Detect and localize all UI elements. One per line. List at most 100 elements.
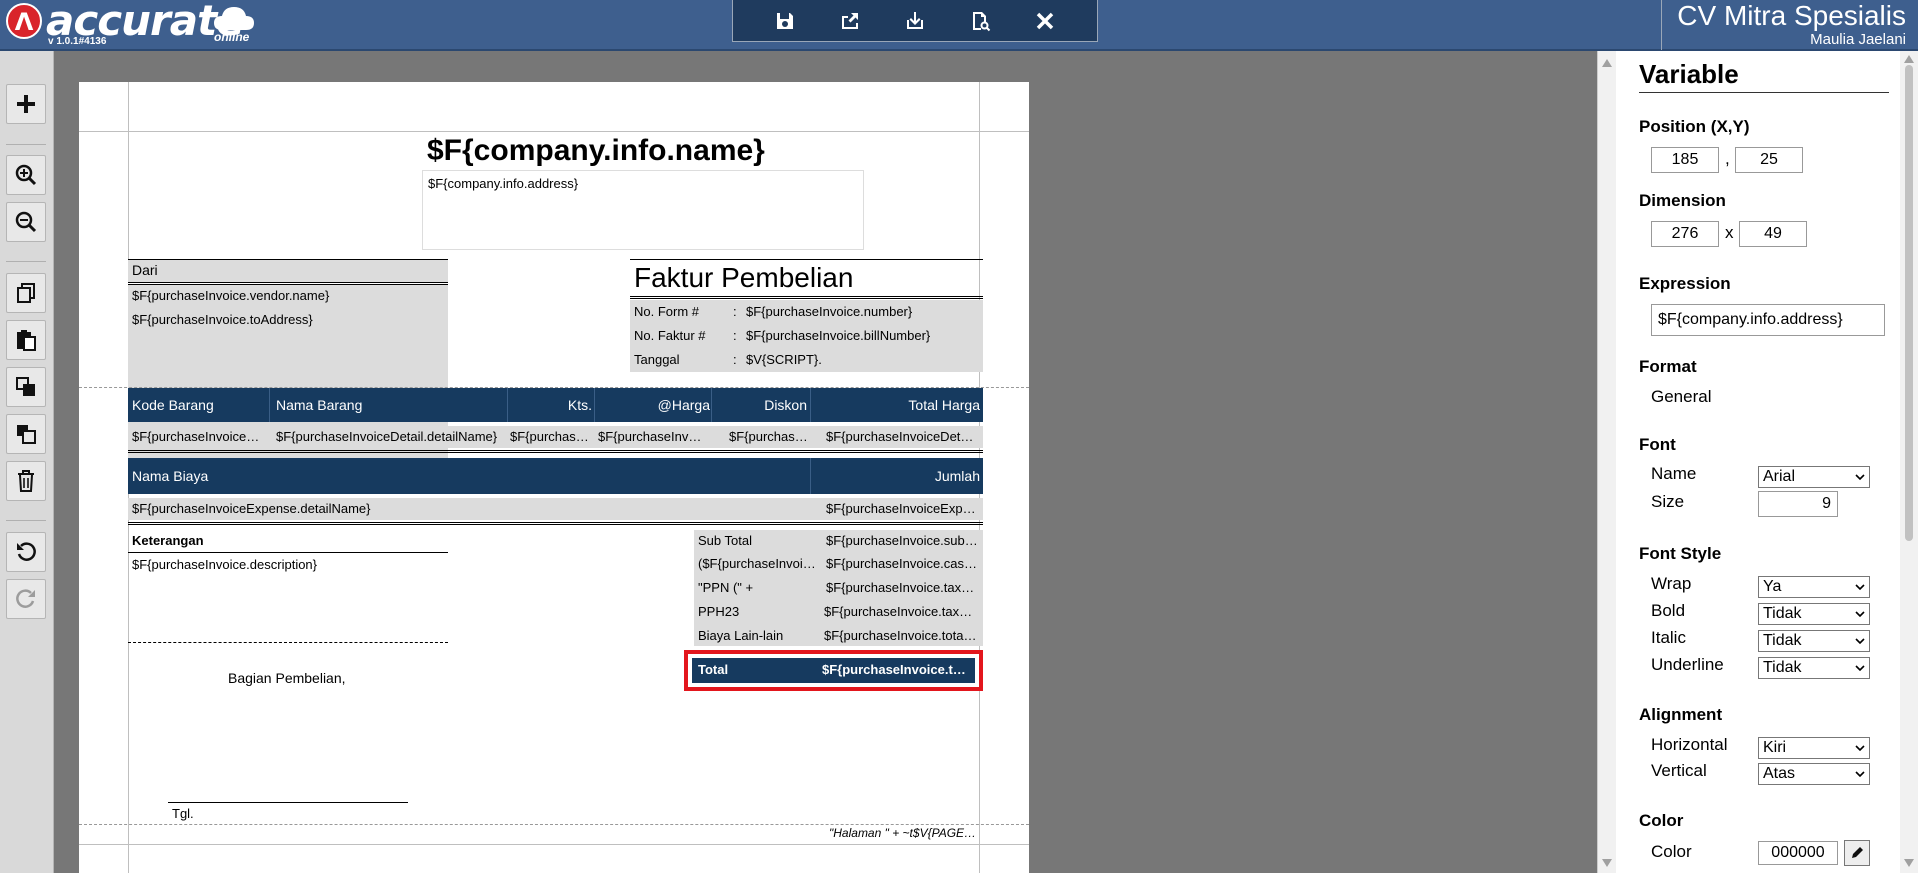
- preview-button[interactable]: [960, 4, 1000, 38]
- pencil-icon: [1852, 847, 1863, 858]
- info-label[interactable]: Tanggal: [634, 352, 680, 367]
- item-col-header[interactable]: Kts.: [510, 397, 592, 413]
- delete-button[interactable]: [6, 461, 46, 501]
- zoom-in-button[interactable]: [6, 155, 46, 195]
- add-element-button[interactable]: [6, 84, 46, 124]
- item-cell[interactable]: $F{purchaseInvoiceDetail.item.no}: [132, 429, 264, 444]
- panel-scrollbar-left[interactable]: [1598, 51, 1616, 873]
- item-col-header[interactable]: @Harga: [598, 397, 710, 413]
- undo-button[interactable]: [6, 532, 46, 572]
- redo-button[interactable]: [6, 579, 46, 619]
- chevron-down-icon: [1855, 745, 1865, 752]
- position-heading: Position (X,Y): [1639, 117, 1750, 136]
- company-address-field: $F{company.info.address}: [428, 176, 579, 191]
- description-field[interactable]: $F{purchaseInvoice.description}: [132, 557, 317, 572]
- summary-label[interactable]: Biaya Lain-lain: [698, 628, 818, 643]
- info-value[interactable]: $V{SCRIPT}.: [746, 352, 822, 367]
- zoom-in-icon: [15, 164, 37, 186]
- info-label[interactable]: No. Form #: [634, 304, 699, 319]
- logo-sub: online: [214, 30, 250, 44]
- horizontal-align-select[interactable]: Kiri: [1758, 737, 1870, 759]
- item-col-header[interactable]: Diskon: [714, 397, 807, 413]
- color-picker-button[interactable]: [1844, 840, 1870, 866]
- expense-cell[interactable]: $F{purchaseInvoiceExpense.detailName}: [132, 501, 732, 516]
- paste-button[interactable]: [6, 320, 46, 360]
- dimension-width-input[interactable]: [1651, 221, 1719, 247]
- summary-value[interactable]: $F{purchaseInvoice.subTotal}: [826, 533, 979, 548]
- format-value[interactable]: General: [1651, 387, 1711, 407]
- wrap-select[interactable]: Ya: [1758, 576, 1870, 598]
- summary-value[interactable]: $F{purchaseInvoice.cashDiscount}: [826, 556, 979, 571]
- font-size-input[interactable]: [1758, 491, 1838, 517]
- wrap-label: Wrap: [1651, 574, 1692, 593]
- company-info: CV Mitra Spesialis Maulia Jaelani: [1661, 0, 1906, 50]
- expression-input[interactable]: $F{company.info.address}: [1651, 304, 1885, 336]
- to-address-field[interactable]: $F{purchaseInvoice.toAddress}: [132, 312, 313, 327]
- item-col-header[interactable]: Total Harga: [812, 397, 980, 413]
- panel-scrollbar-right[interactable]: [1900, 51, 1918, 873]
- font-name-select[interactable]: Arial: [1758, 466, 1870, 488]
- info-value[interactable]: $F{purchaseInvoice.number}: [746, 304, 912, 319]
- summary-label[interactable]: Sub Total: [698, 533, 818, 548]
- cloud-icon: [214, 7, 254, 30]
- send-to-back-button[interactable]: [6, 414, 46, 454]
- summary-label[interactable]: PPH23: [698, 604, 818, 619]
- underline-select[interactable]: Tidak: [1758, 657, 1870, 679]
- tgl-label[interactable]: Tgl.: [172, 806, 194, 821]
- item-cell[interactable]: $F{purchaseInvoiceDetail.quantity}: [510, 429, 592, 444]
- bold-label: Bold: [1651, 601, 1686, 620]
- page-number-field[interactable]: "Halaman " + ~t$V{PAGE_NUMBER}: [829, 826, 979, 840]
- bold-select[interactable]: Tidak: [1758, 603, 1870, 625]
- position-y-input[interactable]: [1735, 147, 1803, 173]
- position-x-input[interactable]: [1651, 147, 1719, 173]
- color-input[interactable]: [1758, 841, 1838, 865]
- import-button[interactable]: [895, 4, 935, 38]
- item-cell[interactable]: $F{purchaseInvoiceDetail.totalPrice}: [826, 429, 979, 444]
- chevron-down-icon: [1855, 584, 1865, 591]
- dari-label: Dari: [132, 262, 158, 278]
- total-value[interactable]: $F{purchaseInvoice.totalAmount}: [822, 662, 972, 677]
- expense-cell[interactable]: $F{purchaseInvoiceExpense.expenseAmount}: [826, 501, 979, 516]
- expense-col-header[interactable]: Nama Biaya: [132, 468, 432, 484]
- logo-mark-icon: Λ: [6, 3, 42, 39]
- close-icon: [1036, 12, 1053, 29]
- export-button[interactable]: [830, 4, 870, 38]
- invoice-title[interactable]: Faktur Pembelian: [634, 262, 853, 294]
- close-button[interactable]: [1025, 4, 1065, 38]
- bring-to-front-button[interactable]: [6, 367, 46, 407]
- expense-col-header[interactable]: Jumlah: [812, 468, 980, 484]
- save-icon: [777, 12, 794, 29]
- expression-heading: Expression: [1639, 274, 1731, 293]
- bagian-pembelian-label[interactable]: Bagian Pembelian,: [228, 670, 346, 686]
- info-value[interactable]: $F{purchaseInvoice.billNumber}: [746, 328, 930, 343]
- company-name-field[interactable]: $F{company.info.name}: [427, 134, 765, 168]
- zoom-out-button[interactable]: [6, 202, 46, 242]
- save-button[interactable]: [765, 4, 805, 38]
- copy-button[interactable]: [6, 273, 46, 313]
- item-col-header[interactable]: Nama Barang: [276, 397, 476, 413]
- summary-label[interactable]: ($F{purchaseInvoice.cashDiscPercent}: [698, 556, 818, 571]
- summary-value[interactable]: $F{purchaseInvoice.tax1Amount}: [826, 580, 979, 595]
- item-cell[interactable]: $F{purchaseInvoiceDetail.unitPrice}: [598, 429, 708, 444]
- company-address-box[interactable]: $F{company.info.address}: [422, 170, 864, 250]
- summary-value[interactable]: $F{purchaseInvoice.totalExpense}: [824, 628, 979, 643]
- position-separator: ,: [1725, 149, 1730, 168]
- vertical-align-select[interactable]: Atas: [1758, 763, 1870, 785]
- keterangan-label[interactable]: Keterangan: [132, 533, 204, 548]
- report-canvas[interactable]: $F{company.info.name} $F{company.info.ad…: [79, 82, 1029, 873]
- info-label[interactable]: No. Faktur #: [634, 328, 706, 343]
- properties-panel: Variable Position (X,Y) , Dimension x Ex…: [1597, 51, 1918, 873]
- vertical-label: Vertical: [1651, 761, 1707, 780]
- summary-value[interactable]: $F{purchaseInvoice.tax2Amount}: [824, 604, 979, 619]
- preview-icon: [972, 11, 990, 31]
- font-size-label: Size: [1651, 492, 1685, 511]
- item-cell[interactable]: $F{purchaseInvoiceDetail.itemDiscPercent…: [729, 429, 809, 444]
- vendor-name-field[interactable]: $F{purchaseInvoice.vendor.name}: [132, 288, 329, 303]
- item-cell[interactable]: $F{purchaseInvoiceDetail.detailName}: [276, 429, 504, 444]
- total-label[interactable]: Total: [698, 662, 798, 677]
- summary-label[interactable]: "PPN (" +: [698, 580, 818, 595]
- trash-icon: [18, 470, 34, 492]
- item-col-header[interactable]: Kode Barang: [132, 397, 267, 413]
- dimension-height-input[interactable]: [1739, 221, 1807, 247]
- italic-select[interactable]: Tidak: [1758, 630, 1870, 652]
